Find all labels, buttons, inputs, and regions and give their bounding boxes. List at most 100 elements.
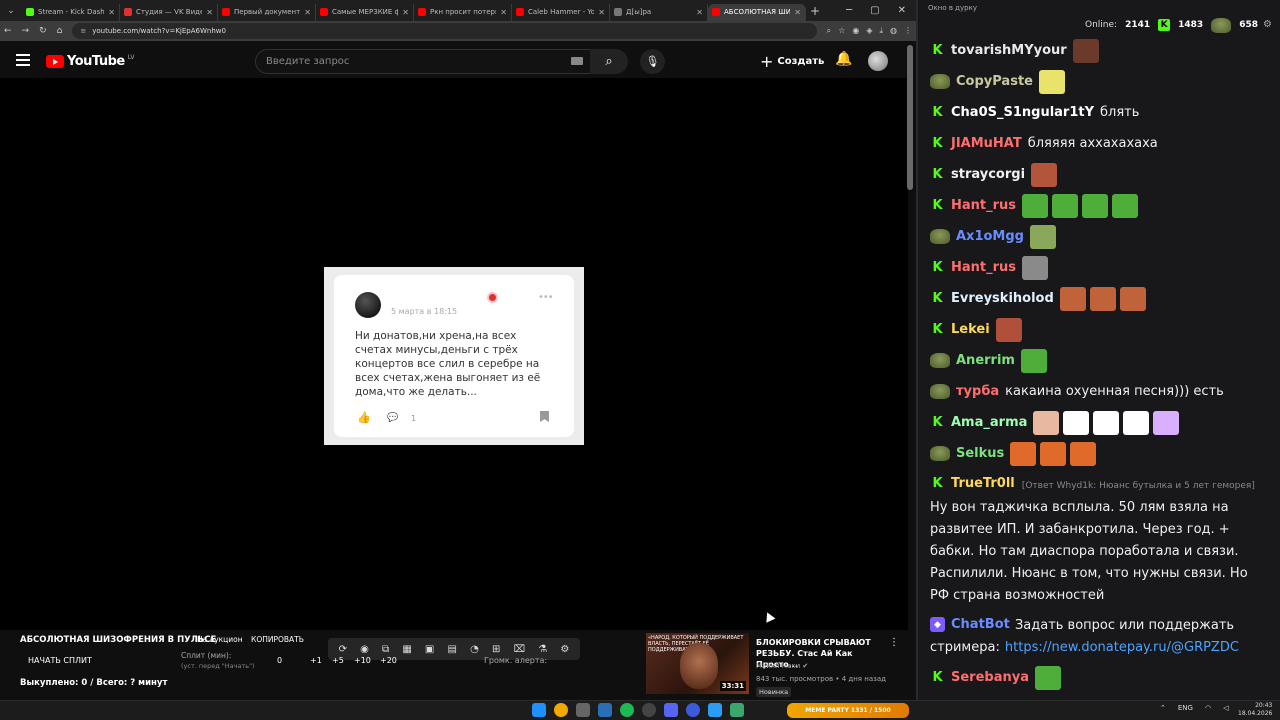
- copy-button[interactable]: КОПИРОВАТЬ: [251, 635, 304, 644]
- related-video[interactable]: «НАРОД, КОТОРЫЙ ПОДДЕРЖИВАЕТ ВЛАСТЬ, ПЕР…: [646, 633, 908, 699]
- clock[interactable]: 20:43 18.04.2026: [1238, 702, 1272, 718]
- chat-username[interactable]: турба: [956, 384, 999, 399]
- increment-button[interactable]: +10: [354, 656, 371, 665]
- chat-username[interactable]: ChatBot: [951, 615, 1010, 635]
- reload-icon[interactable]: ↻: [39, 26, 47, 36]
- close-tab-icon[interactable]: ✕: [206, 8, 213, 17]
- browser-tab[interactable]: Stream - Kick Dashboard✕: [22, 3, 120, 21]
- minimize-icon[interactable]: ─: [846, 5, 852, 16]
- browser-tab[interactable]: Caleb Hammer - YouTube ✕: [512, 3, 610, 21]
- chat-username[interactable]: Cha0S_S1ngular1tY: [951, 105, 1094, 120]
- browser-tab[interactable]: Студия — VK Видео Live ✕: [120, 3, 218, 21]
- start-split-button[interactable]: НАЧАТЬ СПЛИТ: [28, 656, 92, 665]
- keyboard-icon[interactable]: [571, 57, 583, 65]
- spotify-icon[interactable]: [620, 703, 634, 717]
- menu-dots-icon[interactable]: ⋮: [904, 26, 912, 36]
- hamburger-menu-icon[interactable]: [16, 54, 30, 66]
- create-button[interactable]: + Создать: [760, 52, 824, 71]
- notifications-bell-icon[interactable]: 🔔: [835, 51, 852, 67]
- meme-party-widget[interactable]: MEME PARTY 1331 / 1500: [787, 703, 909, 718]
- browser-tab[interactable]: АБСОЛЮТНАЯ ШИЗОФРЕНИЯ✕: [708, 3, 806, 21]
- more-options-icon[interactable]: ⋮: [889, 637, 899, 648]
- auction-button[interactable]: На аукцион: [197, 635, 243, 644]
- channel-name[interactable]: Майкл Наки ✔: [756, 662, 808, 670]
- split-value[interactable]: 0: [277, 656, 282, 665]
- browser-tab[interactable]: Самые МЕРЗКИЕ форумы ✕: [316, 3, 414, 21]
- windows-start-icon[interactable]: [532, 703, 546, 717]
- youtube-logo[interactable]: YouTube LV: [46, 54, 135, 69]
- tray-chevron-icon[interactable]: ⌃: [1160, 704, 1166, 712]
- increment-button[interactable]: +1: [310, 656, 322, 665]
- profile-icon[interactable]: ◍: [890, 26, 897, 36]
- new-tab-icon[interactable]: +: [806, 4, 824, 18]
- maximize-icon[interactable]: ▢: [870, 5, 879, 16]
- video-player[interactable]: 5 марта в 18:15 ••• Ни донатов,ни хрена,…: [0, 78, 908, 660]
- chat-username[interactable]: CopyPaste: [956, 74, 1033, 89]
- chat-username[interactable]: JIAMuHAT: [951, 136, 1022, 151]
- home-icon[interactable]: ⌂: [57, 26, 63, 36]
- close-tab-icon[interactable]: ✕: [794, 8, 801, 17]
- scrollbar[interactable]: [907, 45, 913, 190]
- extensions-bar: ⌕ ☆ ◉ ◈ ⤓ ◍ ⋮: [827, 26, 912, 36]
- close-window-icon[interactable]: ✕: [898, 5, 906, 16]
- chat-username[interactable]: Hant_rus: [951, 260, 1016, 275]
- emote-image: [1029, 224, 1056, 249]
- increment-button[interactable]: +20: [380, 656, 397, 665]
- search-input[interactable]: Введите запрос: [255, 49, 595, 74]
- app-icon[interactable]: [686, 703, 700, 717]
- chat-username[interactable]: Ama_arma: [951, 415, 1027, 430]
- telegram-icon[interactable]: [708, 703, 722, 717]
- chat-message: турба какаина охуенная песня))) есть: [930, 376, 1280, 407]
- chat-username[interactable]: Serebanya: [951, 670, 1029, 685]
- chat-username[interactable]: Selkus: [956, 446, 1004, 461]
- emote-image: [1010, 441, 1037, 466]
- steam-icon[interactable]: [598, 703, 612, 717]
- chat-username[interactable]: TrueTr0ll: [951, 474, 1015, 494]
- extension-icon[interactable]: ◉: [852, 26, 859, 36]
- obs-icon[interactable]: [642, 703, 656, 717]
- settings-icon[interactable]: ⚙: [1263, 19, 1272, 30]
- app-icon[interactable]: [730, 703, 744, 717]
- download-icon[interactable]: ⤓: [879, 26, 883, 36]
- chat-message: K Lekei: [930, 314, 1280, 345]
- chat-username[interactable]: tovarishMYyour: [951, 43, 1067, 58]
- wifi-icon[interactable]: ◠: [1205, 704, 1211, 712]
- search-button[interactable]: ⌕: [590, 49, 628, 74]
- explorer-icon[interactable]: [576, 703, 590, 717]
- discord-icon[interactable]: [664, 703, 678, 717]
- tab-search-icon[interactable]: ⌄: [0, 0, 22, 21]
- close-tab-icon[interactable]: ✕: [402, 8, 409, 17]
- forward-icon[interactable]: →: [22, 26, 30, 36]
- emote-list: [1031, 162, 1061, 187]
- volume-icon[interactable]: ◁: [1223, 704, 1228, 712]
- close-tab-icon[interactable]: ✕: [500, 8, 507, 17]
- chat-username[interactable]: Lekei: [951, 322, 990, 337]
- close-tab-icon[interactable]: ✕: [108, 8, 115, 17]
- chat-username[interactable]: Ax1oMgg: [956, 229, 1024, 244]
- back-icon[interactable]: ←: [4, 26, 12, 36]
- browser-tab[interactable]: Д[ы]ра ✕: [610, 3, 708, 21]
- chat-username[interactable]: Hant_rus: [951, 198, 1016, 213]
- increment-button[interactable]: +5: [332, 656, 344, 665]
- chat-username[interactable]: Evreyskiholod: [951, 291, 1054, 306]
- site-info-icon[interactable]: ≡: [80, 27, 86, 35]
- zoom-icon[interactable]: ⌕: [827, 26, 831, 36]
- chrome-icon[interactable]: [554, 703, 568, 717]
- chat-username[interactable]: straycorgi: [951, 167, 1025, 182]
- browser-tab[interactable]: Ркн просит потерпеть ✕: [414, 3, 512, 21]
- language-indicator[interactable]: ENG: [1178, 704, 1193, 712]
- close-tab-icon[interactable]: ✕: [696, 8, 703, 17]
- chat-link[interactable]: https://new.donatepay.ru/@GRPZDC: [1005, 640, 1239, 655]
- avatar[interactable]: [868, 51, 888, 71]
- close-tab-icon[interactable]: ✕: [304, 8, 311, 17]
- browser-tab[interactable]: Первый документальный✕: [218, 3, 316, 21]
- emote-list: [1033, 410, 1183, 435]
- video-thumbnail[interactable]: «НАРОД, КОТОРЫЙ ПОДДЕРЖИВАЕТ ВЛАСТЬ, ПЕР…: [646, 633, 749, 694]
- bookmark-star-icon[interactable]: ☆: [838, 26, 845, 36]
- url-field[interactable]: ≡ youtube.com/watch?v=KjEpA6Wnhw0: [72, 23, 817, 39]
- extension-icon[interactable]: ◈: [866, 26, 872, 36]
- chat-username[interactable]: Anerrim: [956, 353, 1015, 368]
- chat-text: бляяяя аххахахаха: [1027, 135, 1158, 151]
- voice-search-icon[interactable]: 🎙: [640, 49, 665, 74]
- close-tab-icon[interactable]: ✕: [598, 8, 605, 17]
